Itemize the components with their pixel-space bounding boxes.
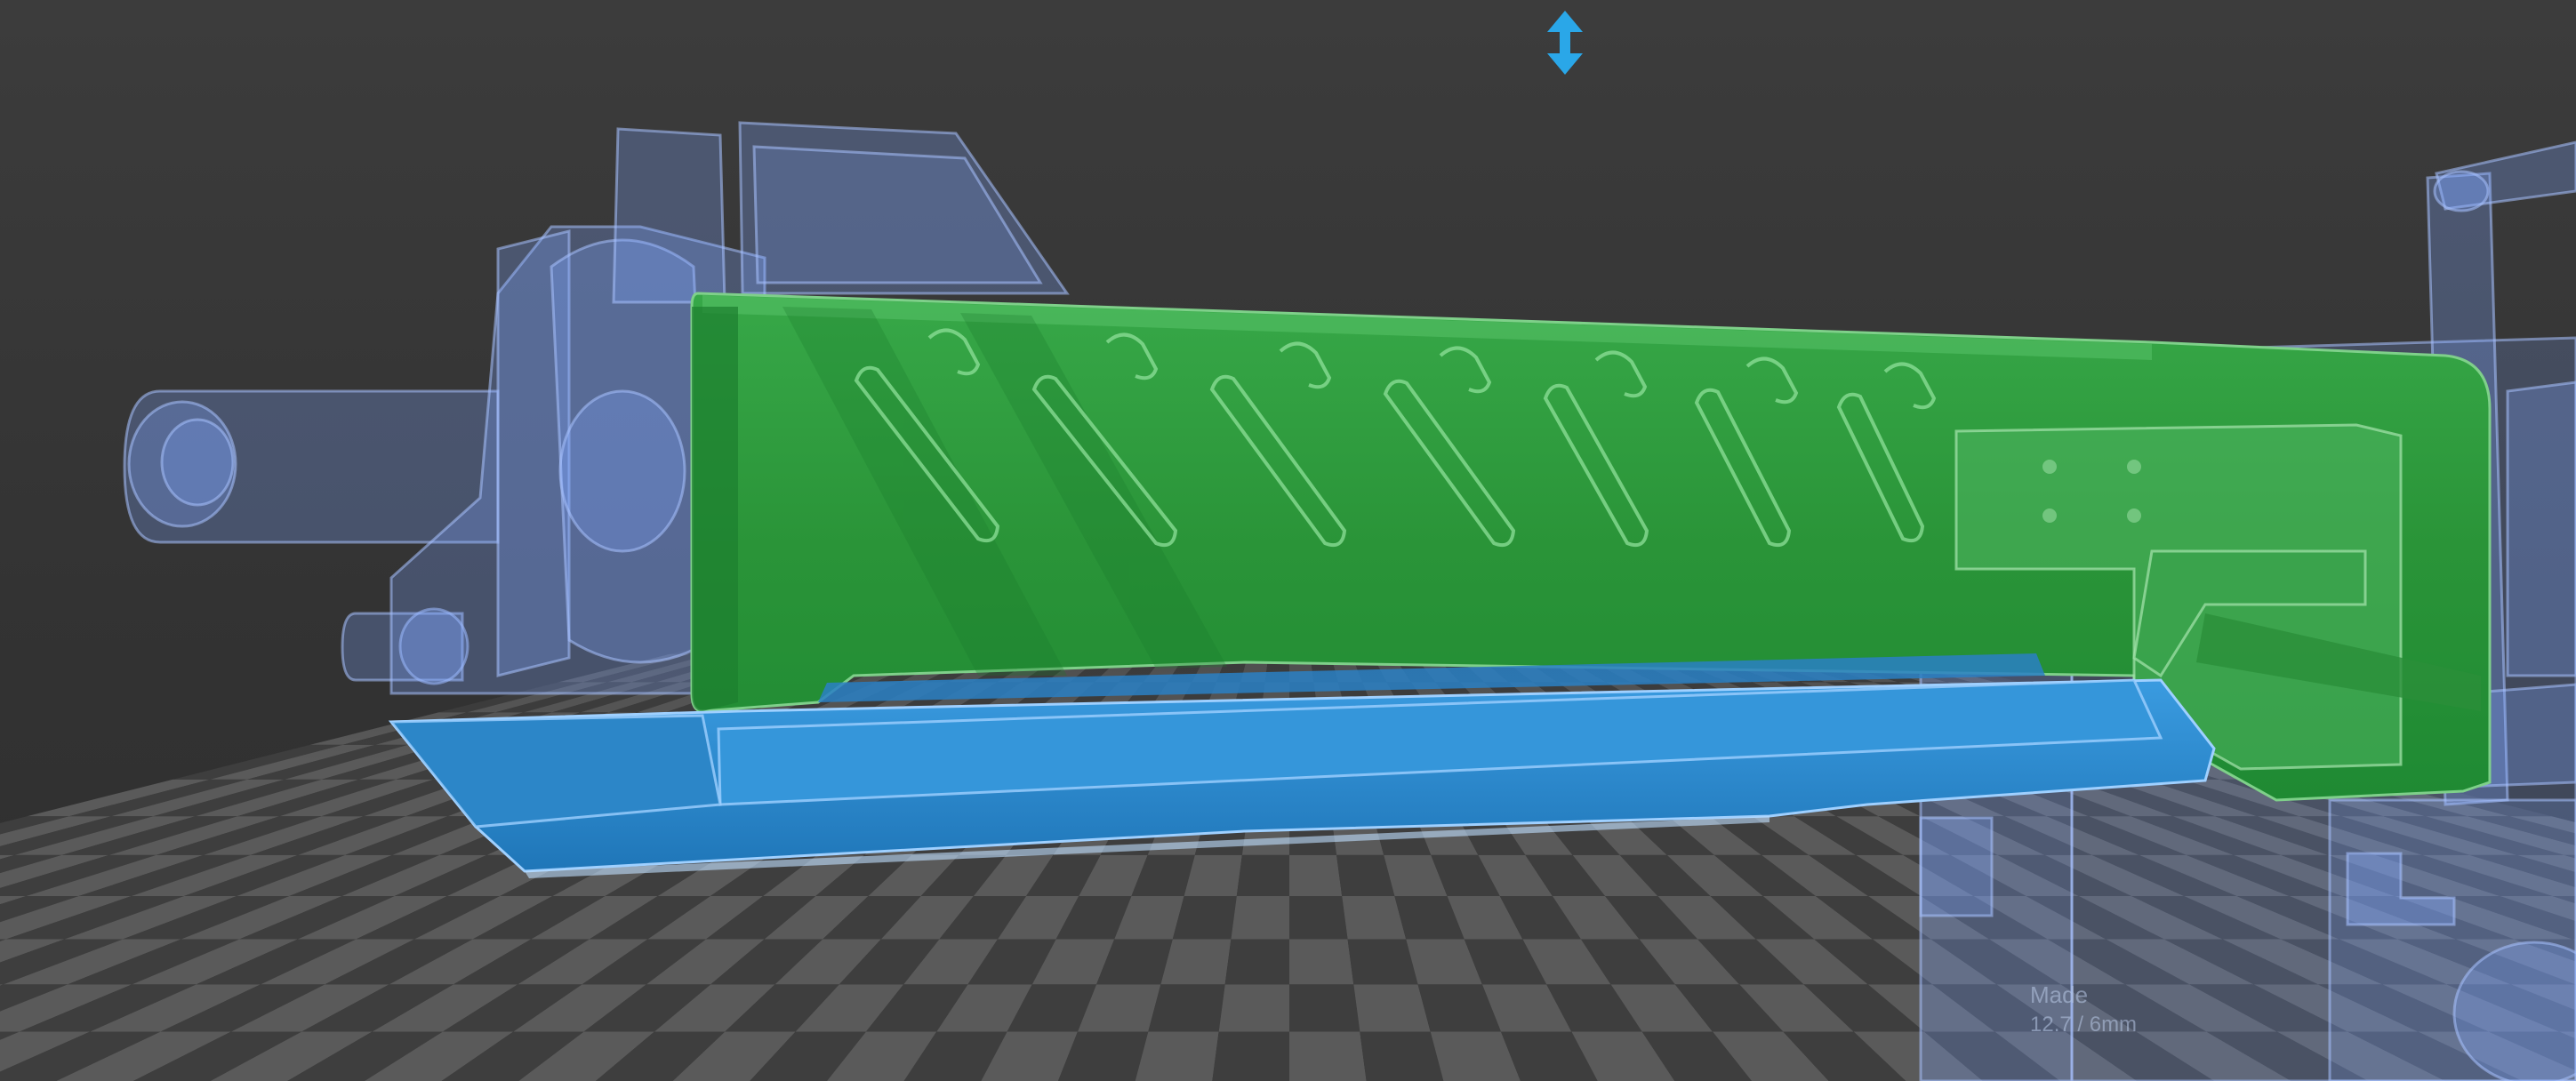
ghost-arm-knob[interactable] [2433, 170, 2490, 212]
ghost-barrel-bore[interactable] [160, 418, 235, 507]
handguard-front-face [692, 307, 738, 711]
floor-tile [1160, 939, 1232, 985]
floor-tile [1289, 1031, 1367, 1081]
engraving-line-2: 12.7 / 6mm [2030, 1013, 2137, 1037]
floor-tile [1353, 984, 1431, 1032]
ghost-top-fin-left[interactable] [612, 127, 726, 304]
floor-tile [1148, 984, 1225, 1032]
floor-tile [1289, 854, 1343, 897]
floor-tile [1347, 939, 1418, 985]
floor-tile [1289, 939, 1354, 985]
ghost-hub[interactable] [558, 389, 686, 553]
ghost-right-cyl[interactable] [2506, 380, 2576, 677]
model-scene[interactable]: Made 12.7 / 6mm [0, 0, 2576, 1081]
floor-tile [1289, 984, 1360, 1032]
floor-tile [1231, 896, 1289, 940]
ghost-lower-bracket[interactable] [1919, 816, 1994, 917]
floor-tile [1236, 854, 1289, 897]
floor-tile [1224, 939, 1289, 985]
floor-tile [1135, 1031, 1219, 1081]
floor-tile [1212, 1031, 1289, 1081]
floor-tile [1360, 1031, 1444, 1081]
floor-tile [1289, 896, 1348, 940]
floor-tile [1218, 984, 1289, 1032]
3d-viewport[interactable]: Made 12.7 / 6mm [0, 0, 2576, 1081]
engraving-line-1: Made [2030, 981, 2088, 1008]
